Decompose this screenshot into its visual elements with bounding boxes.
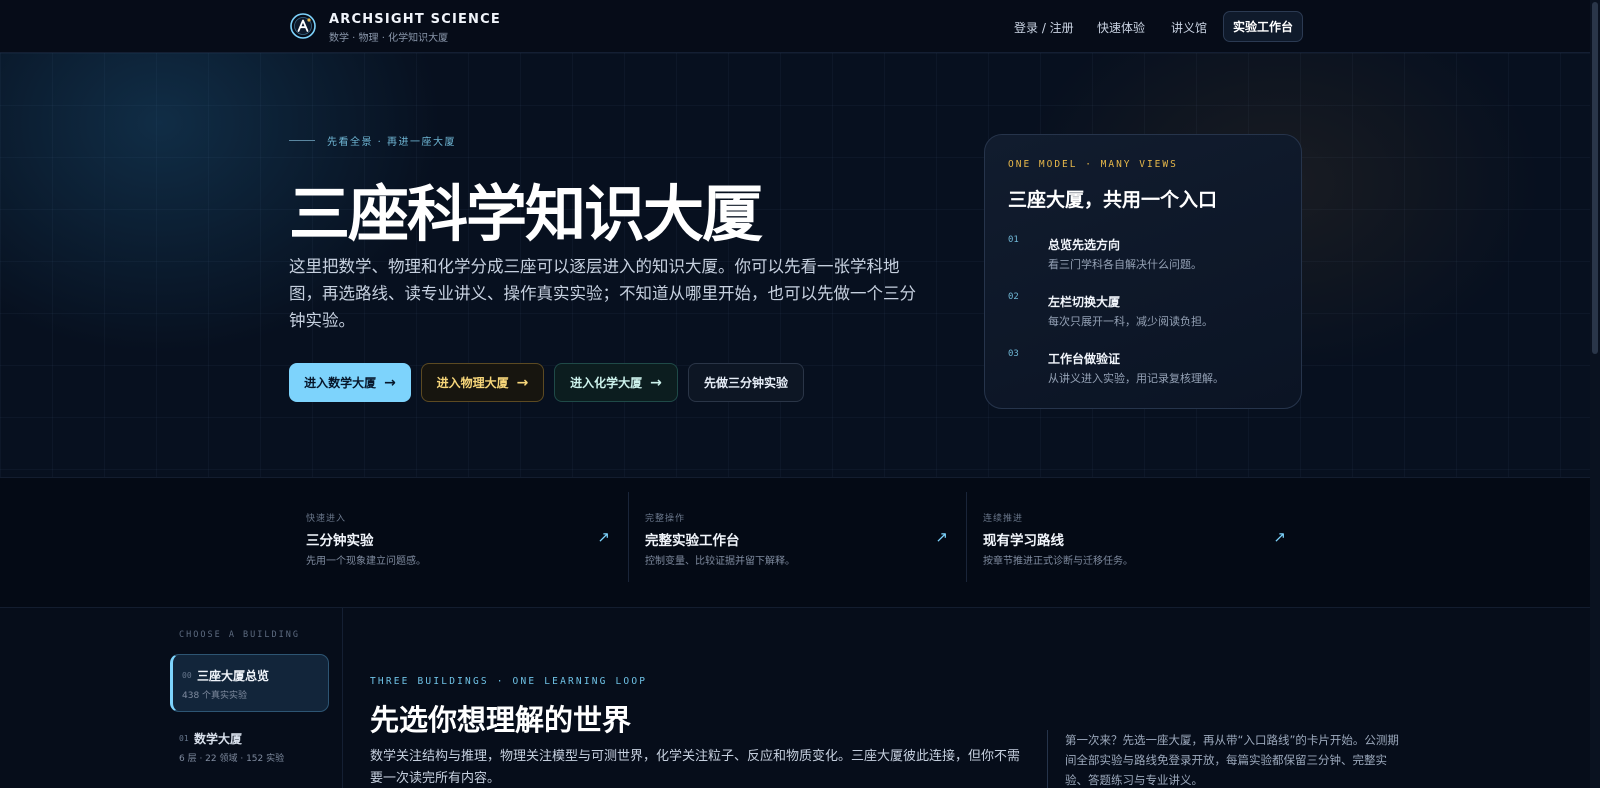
guide-step: 03 工作台做验证 从讲义进入实验，用记录复核理解。: [1008, 349, 1288, 397]
hero-title: 三座科学知识大厦: [289, 179, 763, 250]
arrow-right-icon: →: [384, 374, 396, 391]
quick-link-title: 三分钟实验: [306, 533, 374, 549]
card-eyebrow: ONE MODEL · MANY VIEWS: [1008, 159, 1178, 170]
quick-link-description: 按章节推进正式诊断与迁移任务。: [983, 556, 1133, 567]
sidebar-item-number: 00: [182, 671, 192, 680]
top-navigation-bar: ARCHSIGHT SCIENCE 数学 · 物理 · 化学知识大厦 登录 / …: [0, 0, 1600, 53]
hero-eyebrow-text: 先看全景 · 再进一座大厦: [327, 137, 457, 148]
cta-label: 进入数学大厦: [304, 376, 377, 390]
card-title: 三座大厦，共用一个入口: [1008, 189, 1218, 211]
step-description: 从讲义进入实验，用记录复核理解。: [1048, 372, 1224, 385]
step-number: 01: [1008, 235, 1019, 245]
sidebar-item-title: 数学大厦: [194, 732, 243, 746]
entry-guide-card: ONE MODEL · MANY VIEWS 三座大厦，共用一个入口 01 总览…: [984, 134, 1302, 409]
sidebar-item-meta: 438 个真实实验: [182, 691, 248, 701]
sidebar-item-math[interactable]: 01 数学大厦 6 层 · 22 领域 · 152 实验: [170, 718, 329, 776]
sidebar-item-overview[interactable]: 00 三座大厦总览 438 个真实实验: [170, 654, 329, 712]
atom-a-logo-icon[interactable]: [290, 13, 316, 39]
nav-quick-experience[interactable]: 快速体验: [1097, 19, 1145, 36]
sidebar-item-number: 01: [179, 734, 189, 743]
step-title: 工作台做验证: [1048, 352, 1121, 366]
hero-eyebrow: 先看全景 · 再进一座大厦: [289, 133, 456, 148]
guide-step: 01 总览先选方向 看三门学科各自解决什么问题。: [1008, 235, 1288, 283]
enter-math-building-button[interactable]: 进入数学大厦 →: [289, 363, 411, 402]
section-title: 先选你想理解的世界: [370, 703, 632, 737]
page-scrollbar[interactable]: [1590, 0, 1600, 788]
quick-link-title: 现有学习路线: [983, 533, 1064, 549]
step-description: 看三门学科各自解决什么问题。: [1048, 258, 1202, 271]
step-title: 左栏切换大厦: [1048, 295, 1121, 309]
cta-label: 先做三分钟实验: [703, 376, 788, 390]
step-description: 每次只展开一科，减少阅读负担。: [1048, 315, 1213, 328]
quick-link-title: 完整实验工作台: [645, 533, 740, 549]
quick-link-full-workbench[interactable]: 完整操作 完整实验工作台 控制变量、比较证据并留下解释。 ↗: [628, 492, 966, 582]
sidebar-item-title: 三座大厦总览: [197, 669, 270, 683]
quick-links-band: 快速进入 三分钟实验 先用一个现象建立问题感。 ↗ 完整操作 完整实验工作台 控…: [0, 477, 1600, 608]
scrollbar-thumb[interactable]: [1592, 2, 1598, 354]
quick-link-description: 控制变量、比较证据并留下解释。: [645, 556, 795, 567]
guide-step: 02 左栏切换大厦 每次只展开一科，减少阅读负担。: [1008, 292, 1288, 340]
nav-login-register[interactable]: 登录 / 注册: [1014, 19, 1074, 36]
section-description: 数学关注结构与推理，物理关注模型与可测世界，化学关注粒子、反应和物质变化。三座大…: [370, 749, 1021, 786]
step-title: 总览先选方向: [1048, 238, 1121, 252]
first-visit-note: 第一次来？先选一座大厦，再从带“入口路线”的卡片开始。公测期间全部实验与路线免登…: [1047, 730, 1407, 788]
nav-lab-workbench-button[interactable]: 实验工作台: [1223, 11, 1303, 42]
cta-label: 进入化学大厦: [570, 376, 643, 390]
arrow-right-icon: →: [516, 374, 529, 391]
sidebar-kicker: CHOOSE A BUILDING: [179, 630, 300, 640]
quick-link-kicker: 完整操作: [645, 514, 686, 524]
arrow-right-icon: →: [650, 374, 662, 391]
buildings-section: CHOOSE A BUILDING 00 三座大厦总览 438 个真实实验 01…: [0, 608, 1600, 788]
building-sidebar: CHOOSE A BUILDING 00 三座大厦总览 438 个真实实验 01…: [160, 608, 343, 788]
quick-experiment-button[interactable]: 先做三分钟实验: [688, 363, 804, 402]
hero-description: 这里把数学、物理和化学分成三座可以逐层进入的知识大厦。你可以先看一张学科地图，再…: [289, 257, 916, 330]
arrow-up-right-icon: ↗: [597, 528, 610, 546]
eyebrow-divider: [289, 140, 315, 141]
arrow-up-right-icon: ↗: [1273, 528, 1286, 546]
section-kicker: THREE BUILDINGS · ONE LEARNING LOOP: [370, 676, 648, 687]
arrow-up-right-icon: ↗: [935, 528, 948, 546]
quick-link-learning-routes[interactable]: 连续推进 现有学习路线 按章节推进正式诊断与迁移任务。 ↗: [966, 492, 1304, 582]
cta-label: 进入物理大厦: [436, 376, 509, 390]
quick-link-kicker: 快速进入: [306, 514, 347, 524]
enter-physics-building-button[interactable]: 进入物理大厦 →: [421, 363, 544, 402]
quick-link-three-minute-experiment[interactable]: 快速进入 三分钟实验 先用一个现象建立问题感。 ↗: [290, 492, 628, 582]
sidebar-item-meta: 6 层 · 22 领域 · 152 实验: [179, 754, 285, 764]
step-number: 03: [1008, 349, 1019, 359]
brand-name[interactable]: ARCHSIGHT SCIENCE: [329, 12, 501, 27]
brand-tagline: 数学 · 物理 · 化学知识大厦: [329, 33, 449, 44]
quick-link-kicker: 连续推进: [983, 514, 1024, 524]
quick-link-description: 先用一个现象建立问题感。: [306, 556, 426, 567]
step-number: 02: [1008, 292, 1019, 302]
enter-chemistry-building-button[interactable]: 进入化学大厦 →: [554, 363, 678, 402]
nav-lecture-hall[interactable]: 讲义馆: [1171, 19, 1207, 36]
